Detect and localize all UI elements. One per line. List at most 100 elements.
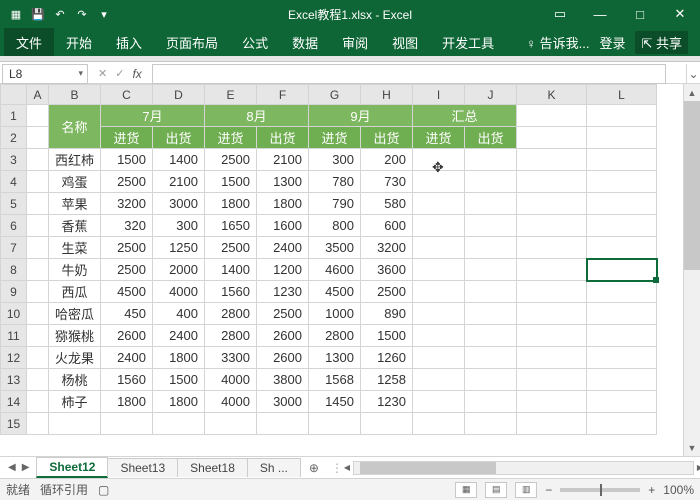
cell[interactable]: [27, 259, 49, 281]
column-header[interactable]: E: [205, 85, 257, 105]
cell[interactable]: [587, 325, 657, 347]
cell[interactable]: [27, 149, 49, 171]
vertical-scrollbar[interactable]: ▲ ▼: [683, 84, 700, 456]
tab-developer[interactable]: 开发工具: [430, 28, 506, 56]
cell-name[interactable]: 哈密瓜: [49, 303, 101, 325]
cell-value[interactable]: 4000: [153, 281, 205, 303]
header-out[interactable]: 出货: [465, 127, 517, 149]
cell-value[interactable]: 2600: [257, 347, 309, 369]
cell-name[interactable]: 生菜: [49, 237, 101, 259]
cell-value[interactable]: 3200: [361, 237, 413, 259]
cell-value[interactable]: 2800: [205, 325, 257, 347]
cell[interactable]: [517, 391, 587, 413]
column-header[interactable]: H: [361, 85, 413, 105]
scroll-down-icon[interactable]: ▼: [684, 439, 700, 456]
cell-name[interactable]: 苹果: [49, 193, 101, 215]
formula-bar-expand-icon[interactable]: ⌄: [686, 64, 700, 84]
cell-value[interactable]: 1568: [309, 369, 361, 391]
cell[interactable]: [517, 325, 587, 347]
cell-value[interactable]: 3500: [309, 237, 361, 259]
row-header[interactable]: 5: [1, 193, 27, 215]
header-summary[interactable]: 汇总: [413, 105, 517, 127]
cell[interactable]: [27, 325, 49, 347]
cell[interactable]: [465, 303, 517, 325]
cell[interactable]: [587, 149, 657, 171]
formula-bar[interactable]: [152, 64, 666, 84]
select-all-corner[interactable]: [1, 85, 27, 105]
cell[interactable]: [257, 413, 309, 435]
cell-value[interactable]: 2500: [257, 303, 309, 325]
scroll-left-icon[interactable]: ◀: [340, 462, 354, 474]
cell[interactable]: [517, 105, 587, 127]
cell-value[interactable]: 1500: [205, 171, 257, 193]
cell-value[interactable]: 580: [361, 193, 413, 215]
cell[interactable]: [465, 369, 517, 391]
cell[interactable]: [587, 347, 657, 369]
cell-value[interactable]: 730: [361, 171, 413, 193]
cell[interactable]: [27, 303, 49, 325]
cell[interactable]: [465, 215, 517, 237]
save-icon[interactable]: 💾: [30, 6, 46, 22]
cell-name[interactable]: 柿子: [49, 391, 101, 413]
cell-value[interactable]: 1500: [153, 369, 205, 391]
cell-value[interactable]: 2500: [101, 237, 153, 259]
cell-value[interactable]: 1560: [101, 369, 153, 391]
cell-value[interactable]: 2800: [205, 303, 257, 325]
cell-name[interactable]: 西瓜: [49, 281, 101, 303]
maximize-button[interactable]: □: [620, 0, 660, 28]
cell[interactable]: [309, 413, 361, 435]
cell[interactable]: [413, 369, 465, 391]
cell[interactable]: [27, 105, 49, 127]
undo-icon[interactable]: ↶: [52, 6, 68, 22]
cell[interactable]: [413, 413, 465, 435]
cell[interactable]: [517, 369, 587, 391]
header-month[interactable]: 8月: [205, 105, 309, 127]
header-out[interactable]: 出货: [153, 127, 205, 149]
cell[interactable]: [587, 413, 657, 435]
cell[interactable]: [413, 325, 465, 347]
cell-value[interactable]: 1800: [205, 193, 257, 215]
row-header[interactable]: 11: [1, 325, 27, 347]
tab-data[interactable]: 数据: [280, 28, 330, 56]
cell[interactable]: [153, 413, 205, 435]
cell-value[interactable]: 1000: [309, 303, 361, 325]
cell-value[interactable]: 2400: [257, 237, 309, 259]
cell-name[interactable]: 西红柿: [49, 149, 101, 171]
cell-value[interactable]: 1258: [361, 369, 413, 391]
row-header[interactable]: 6: [1, 215, 27, 237]
cell[interactable]: [517, 413, 587, 435]
cell[interactable]: [517, 171, 587, 193]
cell[interactable]: [413, 303, 465, 325]
column-header[interactable]: K: [517, 85, 587, 105]
cell-name[interactable]: 鸡蛋: [49, 171, 101, 193]
tab-scroll-left-icon[interactable]: ◀: [8, 462, 16, 473]
row-header[interactable]: 13: [1, 369, 27, 391]
cell[interactable]: [465, 149, 517, 171]
cell[interactable]: [413, 281, 465, 303]
row-header[interactable]: 2: [1, 127, 27, 149]
cell-value[interactable]: 2400: [101, 347, 153, 369]
cell[interactable]: [465, 391, 517, 413]
column-header[interactable]: D: [153, 85, 205, 105]
share-button[interactable]: ⇱ 共享: [635, 31, 688, 54]
cell[interactable]: [49, 413, 101, 435]
cell-value[interactable]: 890: [361, 303, 413, 325]
cell-value[interactable]: 1600: [257, 215, 309, 237]
cell-value[interactable]: 4000: [205, 369, 257, 391]
cell[interactable]: [27, 127, 49, 149]
cell[interactable]: [361, 413, 413, 435]
cell[interactable]: [413, 149, 465, 171]
cell[interactable]: [587, 127, 657, 149]
cell[interactable]: [587, 259, 657, 281]
column-header[interactable]: J: [465, 85, 517, 105]
row-header[interactable]: 14: [1, 391, 27, 413]
header-in[interactable]: 进货: [205, 127, 257, 149]
header-in[interactable]: 进货: [309, 127, 361, 149]
cell-value[interactable]: 1230: [257, 281, 309, 303]
qat-dropdown-icon[interactable]: ▾: [96, 6, 112, 22]
cell[interactable]: [587, 215, 657, 237]
column-header[interactable]: I: [413, 85, 465, 105]
row-header[interactable]: 12: [1, 347, 27, 369]
cell[interactable]: [517, 347, 587, 369]
cell-value[interactable]: 1260: [361, 347, 413, 369]
